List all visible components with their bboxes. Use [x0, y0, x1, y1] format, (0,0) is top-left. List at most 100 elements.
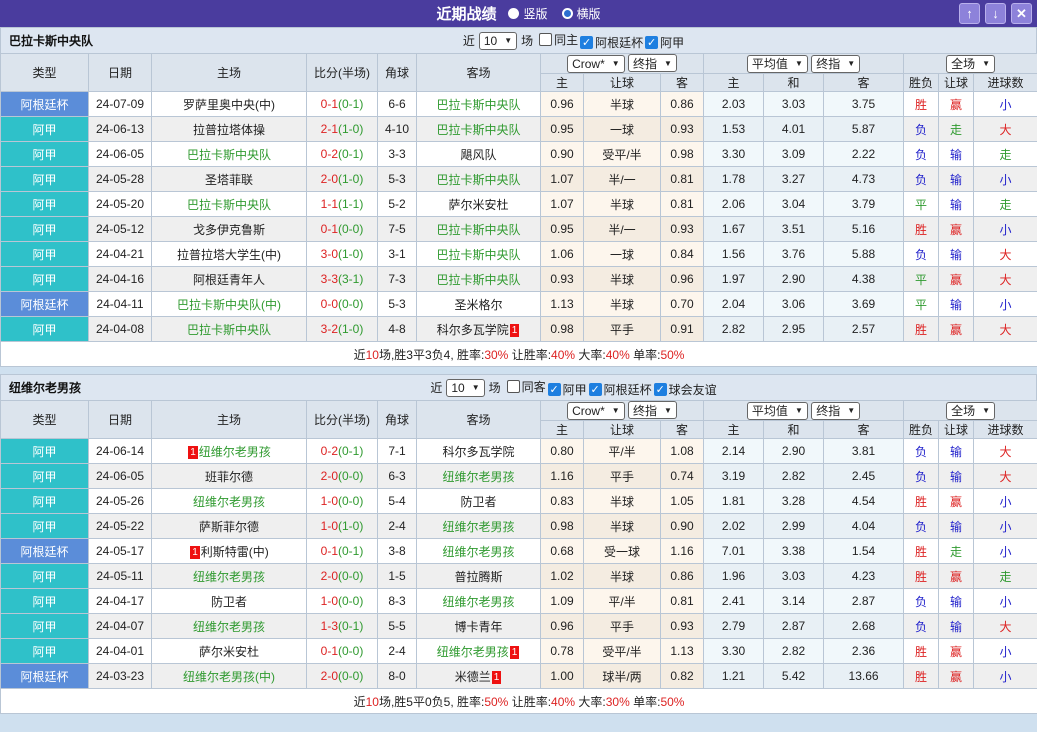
- handicap-result-cell: 走: [938, 116, 975, 142]
- checkbox-unchecked-icon[interactable]: [506, 379, 520, 393]
- average-time-select[interactable]: 终指 ▼: [811, 401, 861, 420]
- date-cell: 24-05-20: [88, 191, 152, 217]
- handicap-result-cell: 赢: [938, 216, 975, 242]
- score-cell: 0-1(0-1): [306, 91, 378, 117]
- matches-table: 类型 日期 主场 比分(半场) 角球 客场 Crow* ▼ 终指 ▼ 平均值 ▼ 终指…: [0, 400, 1037, 714]
- move-up-button[interactable]: ↑: [959, 3, 980, 24]
- chevron-down-icon: ▼: [794, 406, 803, 415]
- col-header-handicap-line: 让球: [583, 73, 661, 92]
- odds-time-select[interactable]: 终指 ▼: [628, 401, 677, 420]
- fulltime-score: 3-0: [320, 247, 338, 261]
- avg-draw-odds: 3.09: [763, 141, 825, 167]
- score-cell: 0-1(0-1): [306, 538, 378, 564]
- avg-away-odds: 3.79: [823, 191, 905, 217]
- filter-option[interactable]: 同客: [505, 378, 546, 395]
- odds-source-select[interactable]: Crow* ▼: [567, 401, 625, 420]
- checkbox-checked-icon[interactable]: ✓: [547, 382, 561, 396]
- avg-away-odds: 2.87: [823, 588, 905, 614]
- team-label: 巴拉卡斯中央队(中): [177, 297, 281, 312]
- checkbox-checked-icon[interactable]: ✓: [580, 35, 594, 49]
- move-down-button[interactable]: ↓: [985, 3, 1006, 24]
- date-cell: 24-07-09: [88, 91, 152, 117]
- result-cell: 负: [903, 241, 940, 267]
- handicap-away-odds: 0.81: [659, 588, 705, 614]
- checkbox-checked-icon[interactable]: ✓: [653, 382, 667, 396]
- filter-option[interactable]: ✓ 阿甲: [546, 381, 587, 398]
- filter-option[interactable]: 同主: [537, 31, 578, 48]
- avg-home-odds: 2.41: [703, 588, 765, 614]
- away-team-cell: 科尔多瓦学院: [416, 438, 541, 464]
- avg-home-odds: 1.97: [703, 266, 765, 292]
- handicap-result-cell: 走: [938, 538, 975, 564]
- handicap-home-odds: 0.96: [540, 91, 584, 117]
- match-row: 阿根廷杯 24-05-17 1 利斯特雷(中) 0-1(0-1) 3-8 纽维尔老男孩 0.6…: [0, 538, 1037, 564]
- checkbox-checked-icon[interactable]: ✓: [588, 382, 602, 396]
- date-cell: 24-05-17: [88, 538, 152, 564]
- average-select[interactable]: 平均值 ▼: [746, 54, 808, 73]
- team-panel-barracas: 巴拉卡斯中央队 近 10 ▼ 场 同主 ✓ 阿根廷杯 ✓ 阿甲 类型 日期 主场 比分(…: [0, 27, 1037, 367]
- col-header-away: 客场: [416, 53, 541, 92]
- home-team-cell: 纽维尔老男孩(中): [151, 663, 307, 689]
- date-cell: 24-04-11: [88, 291, 152, 317]
- away-team-cell: 巴拉卡斯中央队: [416, 216, 541, 242]
- near-label: 近: [462, 34, 475, 48]
- match-row: 阿甲 24-06-14 1 纽维尔老男孩 0-2(0-1) 7-1 科尔多瓦学院 0.80 平/…: [0, 438, 1037, 464]
- team-label: 罗萨里奥中央(中): [183, 97, 275, 112]
- fulltime-score: 3-2: [320, 322, 338, 336]
- summary-part: 10: [365, 694, 379, 709]
- corner-cell: 3-1: [377, 241, 417, 267]
- team-label: 阿根廷青年人: [192, 272, 265, 287]
- avg-away-odds: 13.66: [823, 663, 905, 689]
- goals-result-cell: 大: [973, 463, 1037, 489]
- score-cell: 3-0(1-0): [306, 241, 378, 267]
- avg-away-odds: 5.16: [823, 216, 905, 242]
- chevron-down-icon: ▼: [794, 59, 803, 68]
- handicap-result-cell: 输: [938, 191, 975, 217]
- handicap-home-odds: 1.07: [540, 191, 584, 217]
- team-label: 圣米格尔: [454, 297, 503, 312]
- team-label: 纽维尔老男孩: [442, 594, 515, 609]
- odds-source-select[interactable]: Crow* ▼: [567, 54, 625, 73]
- avg-away-odds: 3.69: [823, 291, 905, 317]
- average-header-cell: 平均值 ▼ 终指 ▼: [703, 53, 905, 74]
- handicap-line: 半球: [583, 488, 661, 514]
- avg-draw-odds: 3.51: [763, 216, 825, 242]
- result-cell: 胜: [903, 316, 940, 342]
- match-count-select[interactable]: 10 ▼: [478, 31, 518, 50]
- goals-result-cell: 走: [973, 141, 1037, 167]
- avg-draw-odds: 2.95: [763, 316, 825, 342]
- type-badge-cell: 阿甲: [0, 463, 89, 489]
- radio-vertical-layout[interactable]: 竖版: [508, 5, 548, 22]
- summary-part: 让胜率:: [508, 347, 552, 362]
- scope-select[interactable]: 全场 ▼: [946, 401, 996, 420]
- match-count-select[interactable]: 10 ▼: [446, 378, 485, 397]
- filter-option[interactable]: ✓ 阿根廷杯: [578, 34, 643, 51]
- filter-option[interactable]: ✓ 阿甲: [643, 34, 684, 51]
- average-select[interactable]: 平均值 ▼: [746, 401, 808, 420]
- handicap-home-odds: 1.13: [540, 291, 584, 317]
- handicap-home-odds: 1.09: [540, 588, 584, 614]
- average-time-select[interactable]: 终指 ▼: [811, 54, 861, 73]
- result-cell: 胜: [903, 538, 940, 564]
- summary-part: 单率:: [629, 347, 661, 362]
- filter-option[interactable]: ✓ 球会友谊: [652, 381, 717, 398]
- handicap-header-cell: Crow* ▼ 终指 ▼: [539, 53, 705, 74]
- avg-away-odds: 2.22: [823, 141, 905, 167]
- fulltime-score: 2-0: [320, 669, 338, 683]
- layout-radio-group: 竖版 横版: [508, 5, 601, 22]
- filter-option[interactable]: ✓ 阿根廷杯: [587, 381, 652, 398]
- odds-time-select[interactable]: 终指 ▼: [628, 54, 677, 73]
- checkbox-unchecked-icon[interactable]: [539, 32, 553, 46]
- chevron-down-icon: ▼: [611, 406, 620, 416]
- type-badge-cell: 阿甲: [0, 588, 89, 614]
- date-cell: 24-05-26: [88, 488, 152, 514]
- match-row: 阿根廷杯 24-03-23 纽维尔老男孩(中) 2-0(0-0) 8-0 米德兰 1 1.00…: [0, 663, 1037, 689]
- radio-horizontal-layout[interactable]: 横版: [561, 5, 601, 22]
- date-cell: 24-04-08: [88, 316, 152, 342]
- close-button[interactable]: ✕: [1011, 3, 1032, 24]
- radio-selected-icon: [508, 8, 520, 19]
- scope-select[interactable]: 全场 ▼: [946, 54, 996, 73]
- col-header-goals: 进球数: [973, 420, 1037, 439]
- home-team-cell: 纽维尔老男孩: [151, 488, 307, 514]
- checkbox-checked-icon[interactable]: ✓: [645, 35, 659, 49]
